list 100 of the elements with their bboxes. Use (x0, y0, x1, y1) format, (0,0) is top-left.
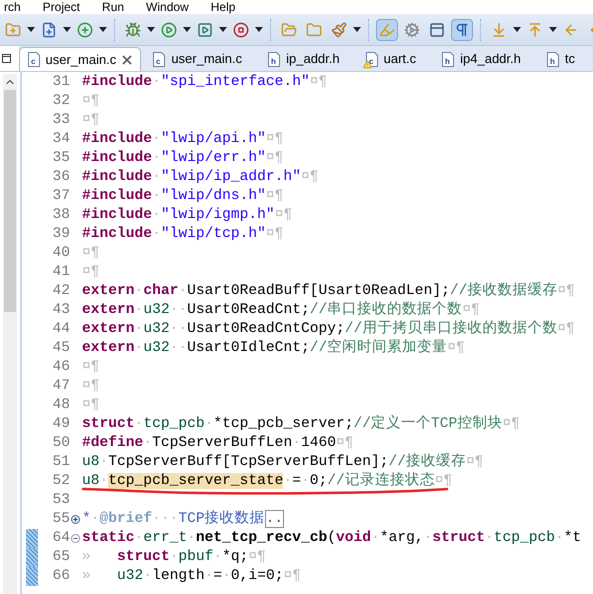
code-line: ¤¶ (81, 244, 100, 263)
code-line: ¤¶ (81, 262, 100, 282)
line-number: 50 (51, 434, 70, 453)
editor-tab[interactable]: h tc (538, 47, 583, 71)
menu-item[interactable]: Window (146, 0, 189, 14)
tab-label: tc (564, 50, 575, 68)
caret-icon[interactable] (147, 27, 155, 32)
highlighter-icon (379, 22, 395, 38)
tab-label: user_main.c (46, 50, 116, 69)
plus-circle-icon (77, 22, 93, 38)
code-line: extern·u32··Usart0IdleCnt;//空闲时间累加变量¤¶ (81, 338, 465, 358)
code-line: #include·"lwip/tcp.h"¤¶ (81, 224, 284, 244)
menu-item[interactable]: Project (42, 0, 80, 14)
tab-label: ip_addr.h (286, 50, 340, 68)
line-number: 45 (51, 338, 70, 358)
panel-icon (429, 22, 445, 38)
new-folder-icon (5, 22, 21, 38)
menu-item[interactable]: rch (4, 0, 21, 14)
editor-tab[interactable]: c user_main.c (145, 47, 250, 71)
caret-icon[interactable] (513, 27, 521, 32)
caret-icon[interactable] (353, 27, 361, 32)
toolbar-button[interactable] (451, 18, 473, 40)
code-line: ¤¶ (81, 376, 100, 396)
scrollbar[interactable] (3, 74, 17, 594)
code-line: » u32·length·=·0,i=0;¤¶ (81, 566, 301, 586)
file-icon: h (442, 52, 454, 66)
cog-icon (404, 22, 420, 38)
code-line: ¤¶ (81, 358, 100, 377)
caret-icon[interactable] (27, 27, 35, 32)
line-number: 66 (51, 566, 70, 586)
code-line: #include·"lwip/igmp.h"¤¶ (81, 206, 292, 225)
code-line: ¤¶ (81, 396, 100, 415)
line-number: 55 (51, 510, 70, 529)
line-number: 41 (51, 262, 70, 282)
file-icon: h (546, 52, 559, 66)
line-number: 42 (51, 282, 70, 301)
code-line: u8·tcp_pcb_server_state·=·0;//记录连接状态¤¶ (81, 471, 452, 491)
line-number: 38 (51, 206, 70, 225)
caret-icon[interactable] (183, 27, 191, 32)
scroll-thumb[interactable] (4, 90, 16, 312)
caret-icon[interactable] (549, 27, 557, 32)
line-number: 34 (51, 130, 70, 149)
code-line: » struct·pbuf·*q;¤¶ (81, 548, 266, 567)
file-icon: c (153, 52, 166, 66)
line-number: 33 (51, 110, 70, 130)
code-line: #include·"spi_interface.h"¤¶ (81, 72, 328, 92)
caret-icon[interactable] (99, 27, 107, 32)
arrow-down-icon (491, 22, 507, 38)
code-line: extern·u32··Usart0ReadCnt;//串口接收的数据个数¤¶ (81, 300, 480, 320)
line-number: 64 (51, 528, 70, 548)
tab-label: uart.c (384, 50, 416, 68)
line-number: 49 (51, 414, 70, 434)
code-line: #include·"lwip/err.h"¤¶ (81, 148, 284, 168)
editor-tab[interactable]: c user_main.c (18, 47, 142, 71)
editor-tab[interactable]: h ip_addr.h (260, 47, 348, 71)
editor-tab[interactable]: c uart.c (358, 47, 424, 71)
code-line: #include·"lwip/ip_addr.h"¤¶ (81, 168, 318, 187)
line-number: 44 (51, 320, 70, 339)
line-number: 48 (51, 396, 70, 415)
bug-icon (125, 22, 141, 38)
line-number: 32 (51, 92, 70, 111)
code-line: struct·tcp_pcb·*tcp_pcb_server;//定义一个TCP控制块¤¶ (81, 414, 520, 434)
play-icon (197, 22, 213, 38)
restore-icon[interactable] (2, 54, 11, 63)
stop-icon (233, 22, 249, 38)
line-number: 52 (51, 472, 70, 491)
editor-tab[interactable]: h ip4_addr.h (434, 47, 529, 71)
line-number: 37 (51, 186, 70, 206)
line-number: 43 (51, 300, 70, 320)
tab-label: user_main.c (171, 50, 242, 68)
code-line: #include·"lwip/dns.h"¤¶ (81, 186, 284, 206)
caret-icon[interactable] (255, 27, 263, 32)
code-line: ¤¶ (81, 110, 100, 130)
brush-icon (331, 22, 347, 38)
menu-item[interactable]: Run (102, 0, 124, 14)
file-icon: h (268, 52, 280, 66)
file-icon: c (28, 52, 40, 67)
code-line: #include·"lwip/api.h"¤¶ (81, 130, 284, 149)
close-icon[interactable] (122, 54, 132, 64)
code-line: extern·char·Usart0ReadBuff[Usart0ReadLen];//接收数据缓存¤¶ (81, 281, 575, 301)
file-icon: c (366, 52, 378, 66)
caret-icon[interactable] (63, 27, 71, 32)
collapse-icon[interactable] (71, 534, 80, 543)
folder-icon (281, 22, 297, 38)
tab-label: ip4_addr.h (460, 50, 521, 68)
menu-item[interactable]: Help (210, 0, 236, 14)
caret-icon[interactable] (219, 27, 227, 32)
line-number: 39 (51, 224, 70, 244)
line-number: 31 (51, 72, 70, 92)
code-line: *·@brief···TCP接收数据.. (81, 508, 284, 530)
arrow-up-icon (527, 22, 543, 38)
line-number: 36 (51, 168, 70, 187)
expand-icon[interactable] (71, 515, 80, 524)
line-number: 47 (51, 376, 70, 396)
code-line: static·err_t·net_tcp_recv_cb(void·*arg,·struct·tcp_pcb·*t (81, 528, 582, 548)
code-line: ¤¶ (81, 92, 100, 111)
line-number: 53 (51, 490, 70, 510)
folder-icon (306, 22, 322, 38)
line-number: 65 (51, 548, 70, 567)
line-number: 51 (51, 452, 70, 472)
